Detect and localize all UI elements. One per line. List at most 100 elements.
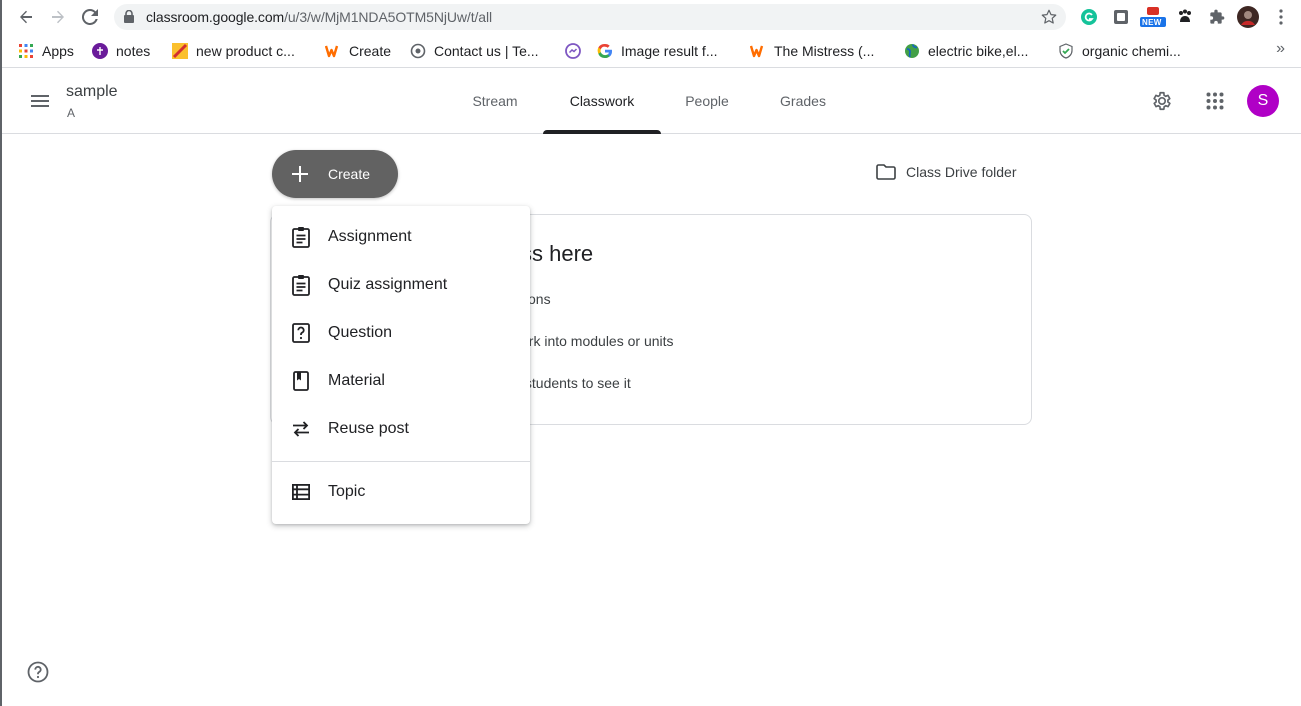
bookmark-label: Apps <box>42 43 74 59</box>
menu-item-assignment[interactable]: Assignment <box>272 213 530 261</box>
browser-menu-icon[interactable] <box>1270 6 1292 28</box>
menu-item-label: Assignment <box>328 228 412 245</box>
browser-toolbar: classroom.google.com/u/3/w/MjM1NDA5OTM5N… <box>2 0 1301 34</box>
help-button[interactable] <box>24 658 52 686</box>
main-menu-button[interactable] <box>24 85 56 117</box>
bookmark-star-icon[interactable] <box>1040 8 1058 31</box>
account-avatar[interactable]: S <box>1247 85 1279 117</box>
active-tab-indicator <box>543 130 661 134</box>
tab-label: People <box>685 92 729 109</box>
paw-extension-icon[interactable] <box>1174 6 1196 28</box>
tab-label: Stream <box>472 92 518 109</box>
reload-button[interactable] <box>78 5 102 29</box>
profile-avatar[interactable] <box>1237 6 1259 28</box>
bookmark-electric-bike[interactable]: electric bike,el... <box>904 40 1028 62</box>
bookmark-apps[interactable]: Apps <box>18 40 74 62</box>
menu-item-label: Quiz assignment <box>328 276 448 293</box>
bookmark-label: new product c... <box>196 43 295 59</box>
assignment-icon <box>272 226 328 248</box>
url-host: classroom.google.com <box>146 9 285 25</box>
topic-icon <box>272 484 328 500</box>
arrow-right-icon <box>52 10 64 24</box>
class-settings-button[interactable] <box>1146 85 1178 117</box>
bookmark-label: The Mistress (... <box>774 43 875 59</box>
browser-window: classroom.google.com/u/3/w/MjM1NDA5OTM5N… <box>0 0 1301 706</box>
reuse-post-icon <box>272 419 328 439</box>
tab-label: Grades <box>780 92 826 109</box>
class-drive-folder-link[interactable]: Class Drive folder <box>876 160 1016 184</box>
bookmarks-bar: Apps notes new product c... Create Conta… <box>2 34 1301 68</box>
tab-label: Classwork <box>569 92 635 109</box>
menu-item-label: Reuse post <box>328 420 409 437</box>
menu-item-quiz-assignment[interactable]: Quiz assignment <box>272 261 530 309</box>
class-name[interactable]: sample <box>66 83 118 101</box>
menu-item-label: Question <box>328 324 393 341</box>
plus-icon <box>272 165 328 183</box>
menu-item-label: Material <box>328 372 385 389</box>
bookmark-label: Create <box>349 43 392 59</box>
arrow-left-icon <box>20 10 32 24</box>
empty-state-line: ork into modules or units <box>521 333 674 349</box>
new-badge: NEW <box>1142 18 1162 27</box>
menu-item-material[interactable]: Material <box>272 357 530 405</box>
class-drive-folder-label: Class Drive folder <box>906 164 1017 180</box>
bookmark-notes[interactable]: notes <box>92 40 150 62</box>
url-text: classroom.google.com/u/3/w/MjM1NDA5OTM5N… <box>146 9 492 25</box>
contact-icon <box>410 43 426 59</box>
apps-grid-icon <box>1206 92 1224 110</box>
messenger-icon <box>565 43 581 59</box>
bookmarks-overflow-button[interactable]: » <box>1276 40 1285 58</box>
bookmark-new-product[interactable]: new product c... <box>172 40 295 62</box>
menu-divider <box>272 461 530 462</box>
shield-check-icon <box>1058 43 1074 59</box>
bookmark-organic-chemistry[interactable]: organic chemi... <box>1058 40 1181 62</box>
extensions-puzzle-icon[interactable] <box>1206 6 1228 28</box>
help-icon <box>27 661 49 683</box>
google-icon <box>597 43 613 59</box>
bookmark-label: electric bike,el... <box>928 43 1029 59</box>
empty-state-title: ss here <box>521 241 594 266</box>
tab-people[interactable]: People <box>671 68 743 133</box>
gear-icon <box>1153 91 1171 111</box>
google-apps-button[interactable] <box>1199 85 1231 117</box>
globe-icon <box>904 43 920 59</box>
menu-item-question[interactable]: Question <box>272 309 530 357</box>
bookmark-image-result[interactable]: Image result f... <box>597 40 717 62</box>
reload-icon <box>82 9 98 25</box>
apps-grid-icon <box>18 43 34 59</box>
grammarly-extension-icon[interactable] <box>1078 6 1100 28</box>
back-button[interactable] <box>14 5 38 29</box>
url-path: /u/3/w/MjM1NDA5OTM5NjUw/t/all <box>284 9 492 25</box>
tab-grades[interactable]: Grades <box>766 68 840 133</box>
bookmark-the-mistress[interactable]: The Mistress (... <box>750 40 874 62</box>
create-button-label: Create <box>328 166 371 182</box>
product-icon <box>172 43 188 59</box>
hamburger-menu-icon <box>31 95 49 107</box>
bookmark-messenger[interactable] <box>565 40 587 62</box>
tab-stream[interactable]: Stream <box>457 68 533 133</box>
menu-item-topic[interactable]: Topic <box>272 468 530 516</box>
extension-square-icon[interactable] <box>1110 6 1132 28</box>
bookmark-contact[interactable]: Contact us | Te... <box>410 40 539 62</box>
tab-classwork[interactable]: Classwork <box>543 68 661 134</box>
new-extension-icon[interactable]: NEW <box>1139 6 1167 28</box>
lock-icon <box>124 9 134 28</box>
classroom-header: sample A Stream Classwork People Grades … <box>2 68 1301 134</box>
quiz-assignment-icon <box>272 274 328 296</box>
create-button[interactable]: Create <box>272 150 398 198</box>
menu-item-label: Topic <box>328 483 366 500</box>
menu-item-reuse-post[interactable]: Reuse post <box>272 405 530 453</box>
empty-state-line: students to see it <box>521 375 631 391</box>
bookmark-label: notes <box>116 43 151 59</box>
bookmark-label: organic chemi... <box>1082 43 1181 59</box>
wattpad-icon <box>750 43 766 59</box>
forward-button[interactable] <box>46 5 70 29</box>
folder-icon <box>876 164 896 180</box>
notes-icon <box>92 43 108 59</box>
material-icon <box>272 370 328 392</box>
question-icon <box>272 322 328 344</box>
bookmark-label: Contact us | Te... <box>434 43 539 59</box>
bookmark-create[interactable]: Create <box>325 40 391 62</box>
create-menu: Assignment Quiz assignment Question Mate… <box>272 206 530 524</box>
address-bar[interactable]: classroom.google.com/u/3/w/MjM1NDA5OTM5N… <box>114 4 1066 30</box>
